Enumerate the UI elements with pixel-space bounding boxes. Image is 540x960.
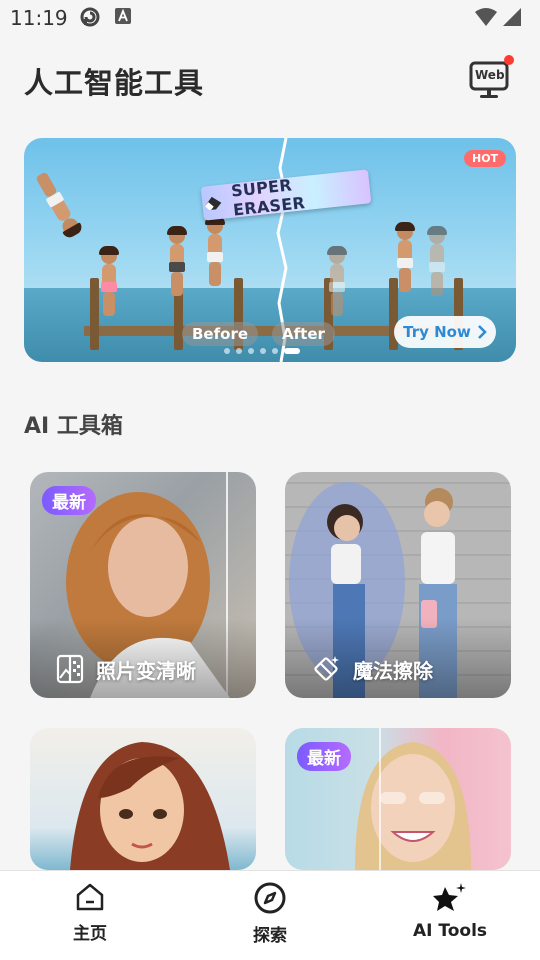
carousel-dot-active: [284, 348, 300, 354]
signal-icon: [503, 8, 521, 26]
carousel-dot: [272, 348, 278, 354]
nav-label-ai-tools: AI Tools: [412, 921, 488, 941]
eraser-icon: [204, 196, 222, 211]
nav-label-home: 主页: [73, 924, 107, 944]
banner-person: [164, 226, 190, 298]
hot-badge: HOT: [464, 150, 507, 167]
tool-label: 魔法擦除: [311, 654, 433, 684]
before-after-labels: Before After: [182, 322, 335, 346]
tool-card-magic-eraser[interactable]: 魔法擦除: [285, 472, 511, 698]
nav-label-explore: 探索: [253, 926, 287, 946]
carousel-dot: [224, 348, 230, 354]
carousel-indicator: [224, 348, 300, 354]
section-title: AI 工具箱: [24, 414, 123, 439]
before-label: Before: [182, 322, 259, 346]
carousel-dot: [248, 348, 254, 354]
magic-eraser-icon: [314, 656, 339, 681]
tool-label-text: 魔法擦除: [353, 658, 433, 683]
super-eraser-label: SUPER ERASER: [200, 169, 372, 221]
banner-person: [96, 246, 122, 318]
tool-card-photo-enhance[interactable]: 最新 照片变清晰: [30, 472, 256, 698]
wifi-icon: [475, 8, 497, 26]
photo-enhance-icon: [56, 654, 84, 684]
tool-card-anime-portrait[interactable]: [30, 728, 256, 870]
chevron-right-icon: [477, 325, 487, 339]
status-bar: 11:19: [0, 0, 540, 36]
new-badge: 最新: [297, 742, 351, 771]
status-time: 11:19: [10, 6, 68, 30]
nav-item-explore[interactable]: 探索: [200, 881, 340, 946]
compass-icon: [254, 882, 286, 914]
notification-dot: [504, 55, 514, 65]
page-title: 人工智能工具: [24, 66, 205, 100]
banner-headline: SUPER ERASER: [230, 175, 306, 220]
tool-label: 照片变清晰: [56, 654, 196, 684]
try-now-label: Try Now: [403, 323, 471, 341]
tool-card-portrait-retouch[interactable]: 最新: [285, 728, 511, 870]
tool-label-text: 照片变清晰: [96, 658, 196, 683]
nav-item-home[interactable]: 主页: [20, 881, 160, 944]
chat-notification-icon: [80, 7, 100, 27]
banner-person: [392, 222, 418, 294]
app-a-notification-icon: [115, 8, 131, 24]
after-label: After: [272, 322, 335, 346]
web-button-label: Web: [475, 68, 505, 82]
banner-person: [28, 166, 86, 241]
promo-banner[interactable]: SUPER ERASER HOT Before After Try Now: [24, 138, 516, 362]
web-mode-button[interactable]: Web: [468, 55, 514, 102]
carousel-dot: [260, 348, 266, 354]
bottom-navigation: 主页 探索 AI Tools: [0, 870, 540, 960]
sparkle-star-icon: [433, 883, 466, 911]
try-now-button[interactable]: Try Now: [394, 316, 496, 348]
new-badge: 最新: [42, 486, 96, 515]
banner-person: [324, 246, 350, 318]
banner-person: [202, 216, 228, 288]
anime-portrait-photo: [70, 742, 230, 870]
carousel-dot: [236, 348, 242, 354]
nav-item-ai-tools[interactable]: AI Tools: [380, 881, 520, 941]
banner-person: [424, 226, 450, 298]
home-icon: [76, 883, 104, 911]
